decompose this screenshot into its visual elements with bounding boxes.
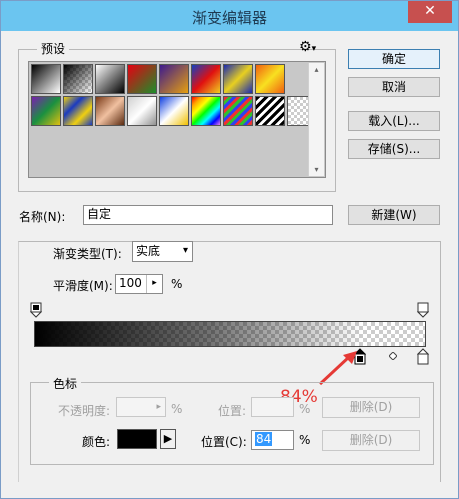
opacity-location-unit: % <box>299 402 311 416</box>
caret-down-icon: ▾ <box>311 44 317 54</box>
preset-swatch[interactable] <box>223 96 253 126</box>
color-picker-button[interactable]: ▶ <box>160 429 176 449</box>
color-swatch[interactable] <box>117 429 157 449</box>
gradient-type-select[interactable]: 实底 ▾ <box>132 241 193 262</box>
gradient-type-value: 实底 <box>136 244 161 258</box>
preset-swatch[interactable] <box>255 64 285 94</box>
preset-swatch[interactable] <box>223 64 253 94</box>
close-button[interactable]: ✕ <box>408 1 452 23</box>
chevron-right-icon: ▸ <box>152 278 157 288</box>
preset-swatch[interactable] <box>63 96 93 126</box>
color-delete-button: 删除(D) <box>322 430 420 451</box>
name-input[interactable]: 自定 <box>83 205 333 225</box>
scroll-up-icon[interactable]: ▴ <box>309 65 324 74</box>
opacity-unit: % <box>171 402 183 416</box>
smoothness-unit: % <box>171 277 183 291</box>
presets-menu-button[interactable]: ⚙▾ <box>299 39 316 55</box>
title-bar[interactable]: 渐变编辑器 ✕ <box>1 1 458 31</box>
opacity-input: ▸ <box>116 397 166 417</box>
color-midpoint-diamond[interactable] <box>388 349 398 361</box>
load-button[interactable]: 载入(L)... <box>348 111 440 131</box>
ok-button[interactable]: 确定 <box>348 49 440 69</box>
opacity-location-label: 位置: <box>218 404 247 418</box>
save-button[interactable]: 存储(S)... <box>348 139 440 159</box>
color-stop-right[interactable] <box>416 348 430 365</box>
smoothness-label: 平滑度(M): <box>53 279 113 293</box>
name-label: 名称(N): <box>19 210 66 224</box>
smoothness-dropdown-button[interactable]: ▸ <box>146 275 162 293</box>
preset-swatch[interactable] <box>31 96 61 126</box>
preset-swatch[interactable] <box>159 96 189 126</box>
opacity-location-input <box>251 397 294 417</box>
location-label: 位置(C): <box>201 435 247 449</box>
location-input[interactable]: 84 <box>251 430 294 450</box>
play-arrow-icon: ▶ <box>163 432 173 445</box>
cancel-button[interactable]: 取消 <box>348 77 440 97</box>
preset-swatch[interactable] <box>63 64 93 94</box>
presets-label: 预设 <box>37 40 70 57</box>
color-label: 颜色: <box>82 435 111 449</box>
close-icon: ✕ <box>424 3 436 19</box>
preset-swatch[interactable] <box>191 96 221 126</box>
preset-swatch-grid <box>31 64 317 128</box>
color-stop-group-label: 色标 <box>49 375 82 392</box>
smoothness-input[interactable]: 100 ▸ <box>115 274 163 294</box>
location-value: 84 <box>255 432 273 446</box>
color-stop-group <box>30 382 434 465</box>
gear-icon: ⚙ <box>299 39 312 55</box>
new-button[interactable]: 新建(W) <box>348 205 440 225</box>
preset-swatch[interactable] <box>31 64 61 94</box>
chevron-down-icon: ▾ <box>182 245 188 256</box>
chevron-right-icon: ▸ <box>156 402 161 412</box>
opacity-stop-right[interactable] <box>416 302 430 318</box>
location-unit: % <box>299 433 311 447</box>
smoothness-value: 100 <box>119 276 142 290</box>
preset-swatch-panel: ▴ ▾ <box>28 61 326 178</box>
preset-swatch[interactable] <box>95 64 125 94</box>
gradient-editor-window: 渐变编辑器 ✕ 预设 ⚙▾ ▴ ▾ 确定 取消 载入(L)... 存储(S)..… <box>0 0 459 499</box>
gradient-preview-bar[interactable] <box>34 321 426 347</box>
preset-scrollbar[interactable]: ▴ ▾ <box>308 63 324 176</box>
opacity-delete-button: 删除(D) <box>322 397 420 418</box>
preset-swatch[interactable] <box>95 96 125 126</box>
window-title: 渐变编辑器 <box>191 9 267 27</box>
gradient-type-label: 渐变类型(T): <box>51 245 124 262</box>
preset-swatch[interactable] <box>159 64 189 94</box>
preset-swatch[interactable] <box>127 96 157 126</box>
opacity-stop-left[interactable] <box>29 302 43 318</box>
scroll-down-icon[interactable]: ▾ <box>309 165 324 174</box>
opacity-label: 不透明度: <box>58 404 111 418</box>
preset-swatch[interactable] <box>255 96 285 126</box>
preset-swatch[interactable] <box>191 64 221 94</box>
preset-swatch[interactable] <box>127 64 157 94</box>
